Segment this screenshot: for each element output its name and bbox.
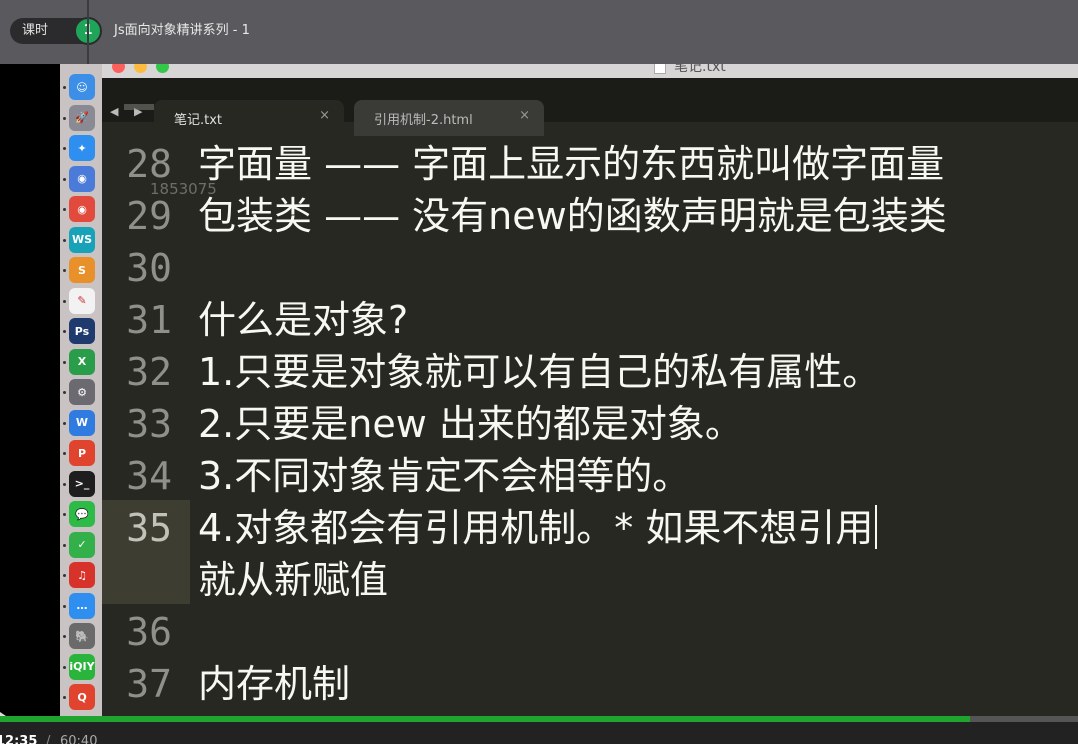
zoom-window-button[interactable] xyxy=(156,64,169,73)
line-text: 3.不同对象肯定不会相等的。 xyxy=(198,454,691,498)
running-indicator xyxy=(63,574,66,577)
code-line: 34 3.不同对象肯定不会相等的。 xyxy=(102,450,1078,502)
previous-line-fragment xyxy=(124,104,154,110)
running-indicator xyxy=(63,452,66,455)
header-divider xyxy=(87,0,89,64)
line-number: 37 xyxy=(126,662,172,706)
running-indicator xyxy=(63,421,66,425)
line-number: 36 xyxy=(126,610,172,654)
player-controls: 12:35 / 60:40 xyxy=(0,722,1078,744)
line-number: 35 xyxy=(126,506,172,550)
chromium-icon[interactable]: ◉ xyxy=(69,165,95,192)
line-number: 33 xyxy=(126,402,172,446)
running-indicator xyxy=(63,513,66,516)
close-window-button[interactable] xyxy=(112,64,125,73)
running-indicator xyxy=(63,86,66,89)
current-code-line: 35 4.对象都会有引用机制。* 如果不想引用 xyxy=(102,502,1078,554)
running-indicator xyxy=(63,696,66,699)
running-indicator xyxy=(63,177,66,181)
line-text-content: 4.对象都会有引用机制。* 如果不想引用 xyxy=(198,506,874,550)
code-line: 31 什么是对象? xyxy=(102,294,1078,346)
webstorm-icon[interactable]: WS xyxy=(69,226,95,253)
app-dock: ☺ 🚀 ✦ ◉ ◉ WS S ✎ Ps X ⚙ W P >_ 💬 ✓ ♫ … 🐘 iQIY Q xyxy=(60,64,102,716)
document-icon xyxy=(654,64,666,74)
photoshop-icon[interactable]: Ps xyxy=(69,318,95,344)
terminal-icon[interactable]: >_ xyxy=(69,470,95,497)
running-indicator xyxy=(63,269,66,272)
lesson-title: Js面向对象精讲系列 - 1 xyxy=(114,23,250,38)
qq-icon[interactable]: Q xyxy=(69,684,95,710)
line-text: 2.只要是new 出来的都是对象。 xyxy=(198,402,743,446)
line-text: 字面量 —— 字面上显示的东西就叫做字面量 xyxy=(198,142,945,186)
line-number: 32 xyxy=(126,350,172,394)
running-indicator xyxy=(63,330,66,333)
editor-window: 笔记.txt ◀ ▶ 笔记.txt × 引用机制-2.html × 28 字面量… xyxy=(102,64,1078,716)
messages-icon[interactable]: … xyxy=(69,592,95,619)
running-indicator xyxy=(63,299,66,303)
text-caret xyxy=(875,505,878,549)
wps-icon[interactable]: W xyxy=(69,409,95,436)
excel-icon[interactable]: X xyxy=(69,348,95,375)
running-indicator xyxy=(63,482,66,486)
lesson-label: 课时 xyxy=(22,23,49,38)
notes-icon[interactable]: ✎ xyxy=(69,287,95,314)
iqiyi-icon[interactable]: iQIY xyxy=(69,653,95,680)
netease-music-icon[interactable]: ♫ xyxy=(69,562,95,588)
line-text-wrapped: 就从新赋值 xyxy=(198,558,389,602)
running-indicator xyxy=(63,116,66,120)
app-yellow-icon[interactable]: ✓ xyxy=(69,531,95,558)
line-text: 什么是对象? xyxy=(198,298,409,342)
course-header: 课时 1 Js面向对象精讲系列 - 1 xyxy=(0,0,1078,64)
running-indicator xyxy=(63,360,66,364)
sublime-icon[interactable]: S xyxy=(69,257,95,283)
user-watermark: 1853075 xyxy=(150,180,217,198)
launchpad-icon[interactable]: 🚀 xyxy=(69,104,95,131)
code-editor[interactable]: 28 字面量 —— 字面上显示的东西就叫做字面量 29 包装类 —— 没有new… xyxy=(102,104,1078,716)
time-separator: / xyxy=(46,734,51,744)
running-indicator xyxy=(63,147,66,150)
close-icon[interactable]: × xyxy=(319,108,330,123)
wechat-icon[interactable]: 💬 xyxy=(69,501,95,527)
player-left-margin xyxy=(0,64,60,736)
running-indicator xyxy=(63,665,66,669)
running-indicator xyxy=(63,543,66,547)
code-line: 32 1.只要是对象就可以有自己的私有属性。 xyxy=(102,346,1078,398)
running-indicator xyxy=(63,635,66,638)
current-time: 12:35 xyxy=(0,734,38,744)
line-text: 1.只要是对象就可以有自己的私有属性。 xyxy=(198,350,881,394)
window-titlebar: 笔记.txt xyxy=(102,64,1078,78)
tab-bar: ◀ ▶ 笔记.txt × 引用机制-2.html × xyxy=(102,78,1078,136)
running-indicator xyxy=(63,604,66,608)
chrome-icon[interactable]: ◉ xyxy=(69,196,95,222)
finder-icon[interactable]: ☺ xyxy=(69,74,95,100)
evernote-icon[interactable]: 🐘 xyxy=(69,623,95,649)
total-time: 60:40 xyxy=(60,734,98,744)
preferences-icon[interactable]: ⚙ xyxy=(69,379,95,405)
safari-icon[interactable]: ✦ xyxy=(69,135,95,161)
code-line: 30 xyxy=(102,242,1078,294)
minimize-window-button[interactable] xyxy=(134,64,147,73)
wrapped-line: 就从新赋值 xyxy=(102,554,1078,606)
wps-ppt-icon[interactable]: P xyxy=(69,440,95,466)
running-indicator xyxy=(63,208,66,211)
line-number: 31 xyxy=(126,298,172,342)
line-text: 包装类 —— 没有new的函数声明就是包装类 xyxy=(198,194,947,238)
line-text: 内存机制 xyxy=(198,662,351,706)
window-title: 笔记.txt xyxy=(674,64,726,75)
code-line: 37 内存机制 xyxy=(102,658,1078,710)
line-text: 4.对象都会有引用机制。* 如果不想引用 xyxy=(198,502,878,554)
code-line: 28 字面量 —— 字面上显示的东西就叫做字面量 xyxy=(102,138,1078,190)
line-number: 30 xyxy=(126,246,172,290)
close-icon[interactable]: × xyxy=(519,108,530,123)
code-line: 29 包装类 —— 没有new的函数声明就是包装类 xyxy=(102,190,1078,242)
code-line: 36 xyxy=(102,606,1078,658)
running-indicator xyxy=(63,391,66,394)
code-line: 33 2.只要是new 出来的都是对象。 xyxy=(102,398,1078,450)
running-indicator xyxy=(63,238,66,242)
line-number: 34 xyxy=(126,454,172,498)
